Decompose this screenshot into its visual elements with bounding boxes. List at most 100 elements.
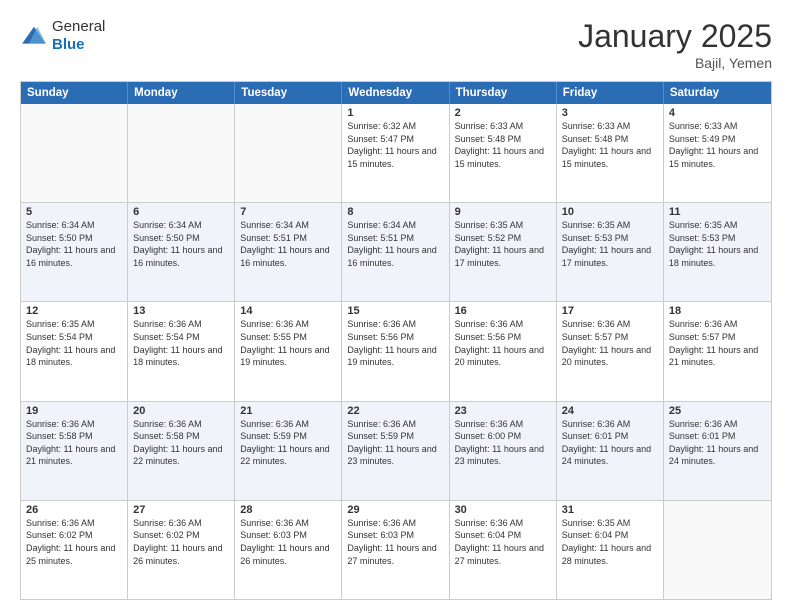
calendar-header-day: Sunday [21, 82, 128, 104]
day-number: 22 [347, 405, 443, 417]
calendar-cell: 27Sunrise: 6:36 AM Sunset: 6:02 PM Dayli… [128, 501, 235, 599]
calendar-cell: 31Sunrise: 6:35 AM Sunset: 6:04 PM Dayli… [557, 501, 664, 599]
calendar-cell: 3Sunrise: 6:33 AM Sunset: 5:48 PM Daylig… [557, 104, 664, 202]
day-number: 28 [240, 504, 336, 516]
day-info: Sunrise: 6:36 AM Sunset: 5:59 PM Dayligh… [240, 418, 336, 468]
day-info: Sunrise: 6:36 AM Sunset: 5:58 PM Dayligh… [26, 418, 122, 468]
day-info: Sunrise: 6:36 AM Sunset: 5:57 PM Dayligh… [562, 318, 658, 368]
day-info: Sunrise: 6:36 AM Sunset: 5:58 PM Dayligh… [133, 418, 229, 468]
day-info: Sunrise: 6:36 AM Sunset: 6:00 PM Dayligh… [455, 418, 551, 468]
day-number: 2 [455, 107, 551, 119]
day-info: Sunrise: 6:36 AM Sunset: 5:59 PM Dayligh… [347, 418, 443, 468]
day-number: 21 [240, 405, 336, 417]
title-block: January 2025 Bajil, Yemen [578, 18, 772, 71]
calendar-header-day: Thursday [450, 82, 557, 104]
day-info: Sunrise: 6:34 AM Sunset: 5:51 PM Dayligh… [347, 219, 443, 269]
calendar-header-day: Tuesday [235, 82, 342, 104]
calendar-header: SundayMondayTuesdayWednesdayThursdayFrid… [21, 82, 771, 104]
day-number: 14 [240, 305, 336, 317]
day-info: Sunrise: 6:36 AM Sunset: 5:56 PM Dayligh… [455, 318, 551, 368]
calendar-row: 12Sunrise: 6:35 AM Sunset: 5:54 PM Dayli… [21, 302, 771, 401]
header: General Blue January 2025 Bajil, Yemen [20, 18, 772, 71]
calendar-cell: 14Sunrise: 6:36 AM Sunset: 5:55 PM Dayli… [235, 302, 342, 400]
calendar-cell: 19Sunrise: 6:36 AM Sunset: 5:58 PM Dayli… [21, 402, 128, 500]
day-info: Sunrise: 6:33 AM Sunset: 5:48 PM Dayligh… [455, 120, 551, 170]
day-number: 20 [133, 405, 229, 417]
day-number: 10 [562, 206, 658, 218]
day-number: 3 [562, 107, 658, 119]
calendar-cell: 5Sunrise: 6:34 AM Sunset: 5:50 PM Daylig… [21, 203, 128, 301]
logo: General Blue [20, 18, 105, 54]
calendar-cell: 1Sunrise: 6:32 AM Sunset: 5:47 PM Daylig… [342, 104, 449, 202]
calendar-header-day: Friday [557, 82, 664, 104]
day-number: 30 [455, 504, 551, 516]
day-info: Sunrise: 6:36 AM Sunset: 5:57 PM Dayligh… [669, 318, 766, 368]
calendar-cell: 23Sunrise: 6:36 AM Sunset: 6:00 PM Dayli… [450, 402, 557, 500]
day-number: 5 [26, 206, 122, 218]
calendar-cell: 16Sunrise: 6:36 AM Sunset: 5:56 PM Dayli… [450, 302, 557, 400]
day-number: 7 [240, 206, 336, 218]
day-number: 26 [26, 504, 122, 516]
day-number: 4 [669, 107, 766, 119]
calendar-cell: 26Sunrise: 6:36 AM Sunset: 6:02 PM Dayli… [21, 501, 128, 599]
logo-blue: Blue [52, 36, 85, 53]
calendar-row: 1Sunrise: 6:32 AM Sunset: 5:47 PM Daylig… [21, 104, 771, 203]
logo-icon [20, 25, 48, 47]
day-info: Sunrise: 6:35 AM Sunset: 5:52 PM Dayligh… [455, 219, 551, 269]
day-info: Sunrise: 6:33 AM Sunset: 5:48 PM Dayligh… [562, 120, 658, 170]
day-info: Sunrise: 6:35 AM Sunset: 6:04 PM Dayligh… [562, 517, 658, 567]
calendar-row: 26 Sunrise: 6:36 AM Sunset: 6:02 PM Dayli… [21, 501, 771, 599]
day-number: 16 [455, 305, 551, 317]
logo-general: General [52, 18, 105, 35]
calendar-body: 1Sunrise: 6:32 AM Sunset: 5:47 PM Daylig… [21, 104, 771, 599]
calendar-cell: 24Sunrise: 6:36 AM Sunset: 6:01 PM Dayli… [557, 402, 664, 500]
day-info: Sunrise: 6:35 AM Sunset: 5:54 PM Dayligh… [26, 318, 122, 368]
calendar-cell: 28Sunrise: 6:36 AM Sunset: 6:03 PM Dayli… [235, 501, 342, 599]
calendar-cell: 11Sunrise: 6:35 AM Sunset: 5:53 PM Dayli… [664, 203, 771, 301]
day-number: 29 [347, 504, 443, 516]
page: General Blue January 2025 Bajil, Yemen S… [0, 0, 792, 612]
day-number: 19 [26, 405, 122, 417]
calendar-cell [21, 104, 128, 202]
day-info: Sunrise: 6:36 AM Sunset: 6:01 PM Dayligh… [669, 418, 766, 468]
calendar-cell [664, 501, 771, 599]
calendar-cell: 12Sunrise: 6:35 AM Sunset: 5:54 PM Dayli… [21, 302, 128, 400]
calendar-cell: 22Sunrise: 6:36 AM Sunset: 5:59 PM Dayli… [342, 402, 449, 500]
day-info: Sunrise: 6:32 AM Sunset: 5:47 PM Dayligh… [347, 120, 443, 170]
day-info: Sunrise: 6:35 AM Sunset: 5:53 PM Dayligh… [669, 219, 766, 269]
day-number: 6 [133, 206, 229, 218]
calendar-cell: 17Sunrise: 6:36 AM Sunset: 5:57 PM Dayli… [557, 302, 664, 400]
day-number: 11 [669, 206, 766, 218]
day-info: Sunrise: 6:36 AM Sunset: 6:04 PM Dayligh… [455, 517, 551, 567]
title-month: January 2025 [578, 18, 772, 55]
calendar-cell: 13Sunrise: 6:36 AM Sunset: 5:54 PM Dayli… [128, 302, 235, 400]
calendar-cell: 20Sunrise: 6:36 AM Sunset: 5:58 PM Dayli… [128, 402, 235, 500]
logo-text: General Blue [52, 18, 105, 54]
calendar-cell: 9Sunrise: 6:35 AM Sunset: 5:52 PM Daylig… [450, 203, 557, 301]
calendar-cell: 15Sunrise: 6:36 AM Sunset: 5:56 PM Dayli… [342, 302, 449, 400]
calendar-cell: 7Sunrise: 6:34 AM Sunset: 5:51 PM Daylig… [235, 203, 342, 301]
calendar-cell: 10Sunrise: 6:35 AM Sunset: 5:53 PM Dayli… [557, 203, 664, 301]
day-info: Sunrise: 6:36 AM Sunset: 5:55 PM Dayligh… [240, 318, 336, 368]
calendar-row: 19Sunrise: 6:36 AM Sunset: 5:58 PM Dayli… [21, 402, 771, 501]
day-number: 31 [562, 504, 658, 516]
day-number: 13 [133, 305, 229, 317]
calendar-cell: 30Sunrise: 6:36 AM Sunset: 6:04 PM Dayli… [450, 501, 557, 599]
day-info: Sunrise: 6:36 AM Sunset: 5:56 PM Dayligh… [347, 318, 443, 368]
calendar-row: 5 Sunrise: 6:34 AM Sunset: 5:50 PM Daylig… [21, 203, 771, 302]
day-number: 18 [669, 305, 766, 317]
calendar-header-day: Wednesday [342, 82, 449, 104]
day-info: Sunrise: 6:36 AM Sunset: 6:02 PM Dayligh… [133, 517, 229, 567]
day-info: Sunrise: 6:33 AM Sunset: 5:49 PM Dayligh… [669, 120, 766, 170]
day-number: 1 [347, 107, 443, 119]
calendar-cell: 21Sunrise: 6:36 AM Sunset: 5:59 PM Dayli… [235, 402, 342, 500]
day-info: Sunrise: 6:36 AM Sunset: 6:03 PM Dayligh… [240, 517, 336, 567]
calendar-header-day: Monday [128, 82, 235, 104]
calendar-cell [235, 104, 342, 202]
title-location: Bajil, Yemen [578, 55, 772, 71]
day-info: Sunrise: 6:34 AM Sunset: 5:51 PM Dayligh… [240, 219, 336, 269]
day-number: 15 [347, 305, 443, 317]
day-number: 8 [347, 206, 443, 218]
day-info: Sunrise: 6:34 AM Sunset: 5:50 PM Dayligh… [133, 219, 229, 269]
calendar-cell: 8Sunrise: 6:34 AM Sunset: 5:51 PM Daylig… [342, 203, 449, 301]
